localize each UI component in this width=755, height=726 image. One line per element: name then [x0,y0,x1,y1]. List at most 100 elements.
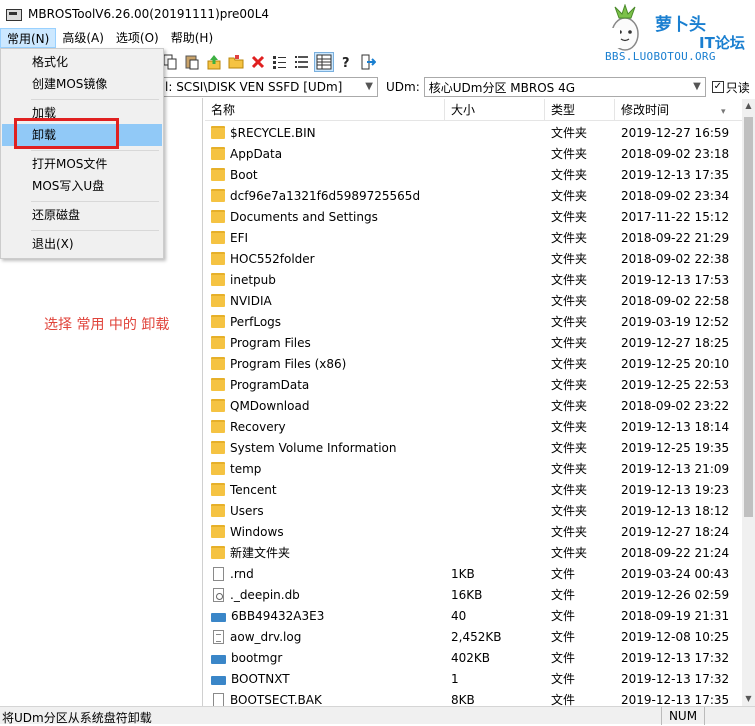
folder-icon [211,294,225,307]
menu-options[interactable]: 选项(O) [110,28,165,48]
menu-advanced[interactable]: 高级(A) [56,28,110,48]
folder-icon [211,399,225,412]
grid-view-icon[interactable] [314,52,334,72]
menu-item-format[interactable]: 格式化 [2,51,162,73]
detail-view-icon[interactable] [292,52,312,72]
paste-icon[interactable] [182,52,202,72]
table-row[interactable]: 新建文件夹 文件夹 2018-09-22 21:24 [205,542,742,563]
delete-icon[interactable] [248,52,268,72]
disk-select-value: l: SCSI\DISK VEN SSFD [UDm] [165,80,343,94]
table-row[interactable]: BOOTSECT.BAK 8KB 文件 2019-12-13 17:35 [205,689,742,706]
folder-open-icon[interactable] [226,52,246,72]
menu-item-open-mos-file[interactable]: 打开MOS文件 [2,153,162,175]
table-row[interactable]: Windows 文件夹 2019-12-27 18:24 [205,521,742,542]
partition-select[interactable]: 核心UDm分区 MBROS 4G ▼ [423,77,706,97]
table-row[interactable]: HOC552folder 文件夹 2018-09-02 22:38 [205,248,742,269]
scroll-up-icon[interactable]: ▲ [742,99,755,113]
folder-icon [211,231,225,244]
menu-item-create-mos-image[interactable]: 创建MOS镜像 [2,73,162,95]
table-row[interactable]: Boot 文件夹 2019-12-13 17:35 [205,164,742,185]
table-row[interactable]: temp 文件夹 2019-12-13 21:09 [205,458,742,479]
cell-type: 文件夹 [551,252,588,266]
table-row[interactable]: .rnd 1KB 文件 2019-03-24 00:43 [205,563,742,584]
vertical-scrollbar[interactable]: ▲ ▼ [742,99,755,706]
folder-icon [211,210,225,223]
cell-type: 文件夹 [551,126,588,140]
folder-icon [211,483,225,496]
cell-name: temp [205,462,445,476]
table-row[interactable]: PerfLogs 文件夹 2019-03-19 12:52 [205,311,742,332]
header-name[interactable]: 名称 [205,99,445,121]
menu-item-write-mos-usb[interactable]: MOS写入U盘 [2,175,162,197]
window-title: MBROSToolV6.26.00(20191111)pre00L4 [28,7,270,21]
folder-icon [211,126,225,139]
folder-icon [211,504,225,517]
table-row[interactable]: dcf96e7a1321f6d5989725565d 文件夹 2018-09-02 … [205,185,742,206]
cell-type: 文件夹 [551,483,588,497]
cell-name: Boot [205,168,445,182]
table-row[interactable]: AppData 文件夹 2018-09-02 23:18 [205,143,742,164]
file-name: bootmgr [231,650,283,665]
table-row[interactable]: BOOTNXT 1 文件 2019-12-13 17:32 [205,668,742,689]
text-file-icon [213,629,224,644]
cell-name: inetpub [205,273,445,287]
header-type[interactable]: 类型 [545,99,615,121]
help-icon[interactable]: ? [336,52,356,72]
file-name: BOOTSECT.BAK [230,692,322,707]
folder-icon [211,189,225,202]
menu-separator [31,150,159,151]
header-date[interactable]: 修改时间 ▾ [615,99,742,121]
table-row[interactable]: aow_drv.log 2,452KB 文件 2019-12-08 10:25 [205,626,742,647]
menu-item-exit[interactable]: 退出(X) [2,233,162,255]
table-row[interactable]: bootmgr 402KB 文件 2019-12-13 17:32 [205,647,742,668]
table-row[interactable]: ProgramData 文件夹 2019-12-25 22:53 [205,374,742,395]
table-row[interactable]: NVIDIA 文件夹 2018-09-02 22:58 [205,290,742,311]
menu-bar: 常用(N) 高级(A) 选项(O) 帮助(H) [0,28,620,48]
upload-icon[interactable] [204,52,224,72]
table-row[interactable]: Documents and Settings 文件夹 2017-11-22 15:1… [205,206,742,227]
cell-date: 2018-09-02 22:38 [621,251,730,266]
file-name: aow_drv.log [230,629,302,644]
scroll-thumb[interactable] [744,117,753,517]
table-row[interactable]: 6BB49432A3E3 40 文件 2018-09-19 21:31 [205,605,742,626]
cell-type: 文件夹 [551,147,588,161]
system-file-icon [211,654,226,664]
cell-size: 16KB [451,587,483,602]
table-row[interactable]: $RECYCLE.BIN 文件夹 2019-12-27 16:59 [205,122,742,143]
menu-common[interactable]: 常用(N) [0,28,57,48]
table-row[interactable]: Users 文件夹 2019-12-13 18:12 [205,500,742,521]
partition-select-value: 核心UDm分区 MBROS 4G [428,80,576,95]
folder-icon [211,420,225,433]
scroll-down-icon[interactable]: ▼ [742,692,755,706]
folder-icon [211,273,225,286]
table-row[interactable]: ._deepin.db 16KB 文件 2019-12-26 02:59 [205,584,742,605]
cell-name: BOOTSECT.BAK [205,692,445,707]
cell-size: 8KB [451,692,475,707]
list-view-icon[interactable] [270,52,290,72]
cell-date: 2018-09-02 23:18 [621,146,730,161]
table-row[interactable]: QMDownload 文件夹 2018-09-02 23:22 [205,395,742,416]
table-row[interactable]: System Volume Information 文件夹 2019-12-25 1… [205,437,742,458]
table-row[interactable]: inetpub 文件夹 2019-12-13 17:53 [205,269,742,290]
disk-select[interactable]: l: SCSI\DISK VEN SSFD [UDm] ▼ [160,77,378,97]
menu-separator [31,230,159,231]
cell-type: 文件夹 [551,210,588,224]
cell-type: 文件夹 [551,399,588,413]
table-row[interactable]: Program Files (x86) 文件夹 2019-12-25 20:10 [205,353,742,374]
header-size[interactable]: 大小 [445,99,545,121]
table-row[interactable]: Program Files 文件夹 2019-12-27 18:25 [205,332,742,353]
menu-item-restore-disk[interactable]: 还原磁盘 [2,204,162,226]
table-row[interactable]: Tencent 文件夹 2019-12-13 19:23 [205,479,742,500]
cell-date: 2019-12-13 18:14 [621,419,730,434]
cell-date: 2019-12-13 17:53 [621,272,730,287]
cell-name: ._deepin.db [205,587,445,602]
menu-help[interactable]: 帮助(H) [165,28,219,48]
table-row[interactable]: Recovery 文件夹 2019-12-13 18:14 [205,416,742,437]
exit-icon[interactable] [358,52,378,72]
readonly-checkbox[interactable]: ✓ [711,81,724,93]
file-name: Recovery [230,419,286,434]
file-name: 新建文件夹 [230,546,291,560]
readonly-toggle[interactable]: ✓ 只读 [711,79,750,96]
table-row[interactable]: EFI 文件夹 2018-09-22 21:29 [205,227,742,248]
readonly-label: 只读 [725,80,750,95]
